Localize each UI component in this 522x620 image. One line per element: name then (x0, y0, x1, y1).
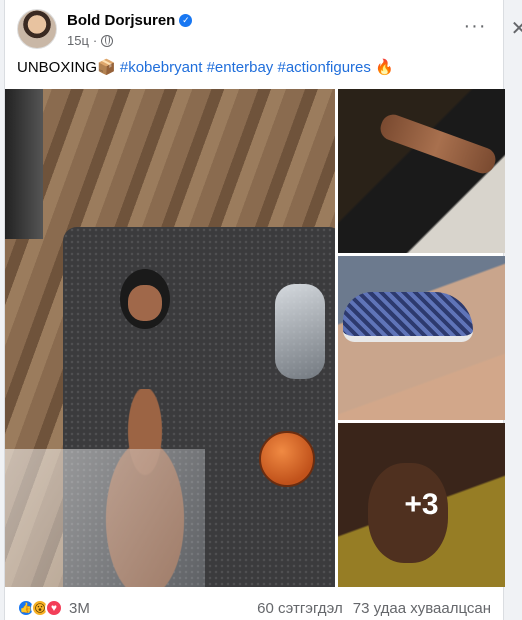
hashtag-link[interactable]: #enterbay (207, 59, 274, 76)
post-header: Bold Dorjsuren ✓ 15ц · ··· ✕ (17, 9, 522, 51)
figure-head-shape (128, 285, 162, 321)
post-card: Bold Dorjsuren ✓ 15ц · ··· ✕ UNBOXING📦 #… (4, 0, 522, 620)
plastic-bag-shape (275, 284, 325, 379)
more-options-button[interactable]: ··· (459, 13, 491, 45)
photo-figure-box[interactable] (338, 89, 505, 253)
more-horizontal-icon: ··· (463, 15, 487, 37)
love-icon[interactable]: ♥ (45, 599, 63, 617)
media-grid: +3 (5, 89, 505, 589)
post-footer: 👍 😮 ♥ 3M 60 сэтгэгдэл 73 удаа хуваалцсан (17, 596, 491, 620)
meta-separator: · (92, 33, 98, 48)
post-time[interactable]: 15ц (67, 33, 89, 48)
post-meta: 15ц · (67, 33, 114, 48)
hashtag-link[interactable]: #kobebryant (120, 59, 203, 76)
photo-shoe[interactable] (338, 256, 505, 420)
post-text-suffix: 🔥 (375, 59, 394, 76)
cup-shape (5, 89, 43, 239)
footer-stats: 60 сэтгэгдэл 73 удаа хуваалцсан (257, 600, 491, 617)
figure-body-shape (377, 111, 499, 177)
author-name-text[interactable]: Bold Dorjsuren (67, 12, 175, 29)
post-text-prefix: UNBOXING📦 (17, 59, 120, 76)
basketball-shape (259, 431, 315, 487)
globe-icon (101, 34, 114, 47)
close-button[interactable]: ✕ (503, 13, 522, 45)
verified-badge-icon: ✓ (179, 14, 193, 27)
avatar[interactable] (17, 9, 57, 49)
close-icon: ✕ (510, 18, 522, 40)
photo-head-more[interactable]: +3 (338, 423, 505, 587)
more-photos-overlay[interactable]: +3 (338, 423, 505, 587)
plastic-wrap-shape (5, 449, 205, 587)
post-text: UNBOXING📦 #kobebryant #enterbay #actionf… (17, 58, 394, 78)
reactions-count[interactable]: 3M (69, 600, 90, 617)
sneaker-shape (343, 292, 473, 342)
shares-count[interactable]: 73 удаа хуваалцсан (353, 600, 491, 617)
comments-count[interactable]: 60 сэтгэгдэл (257, 600, 343, 617)
photo-main[interactable] (5, 89, 335, 587)
hashtag-link[interactable]: #actionfigures (277, 59, 370, 76)
more-photos-count: +3 (404, 488, 439, 521)
author-name[interactable]: Bold Dorjsuren ✓ (67, 12, 193, 29)
